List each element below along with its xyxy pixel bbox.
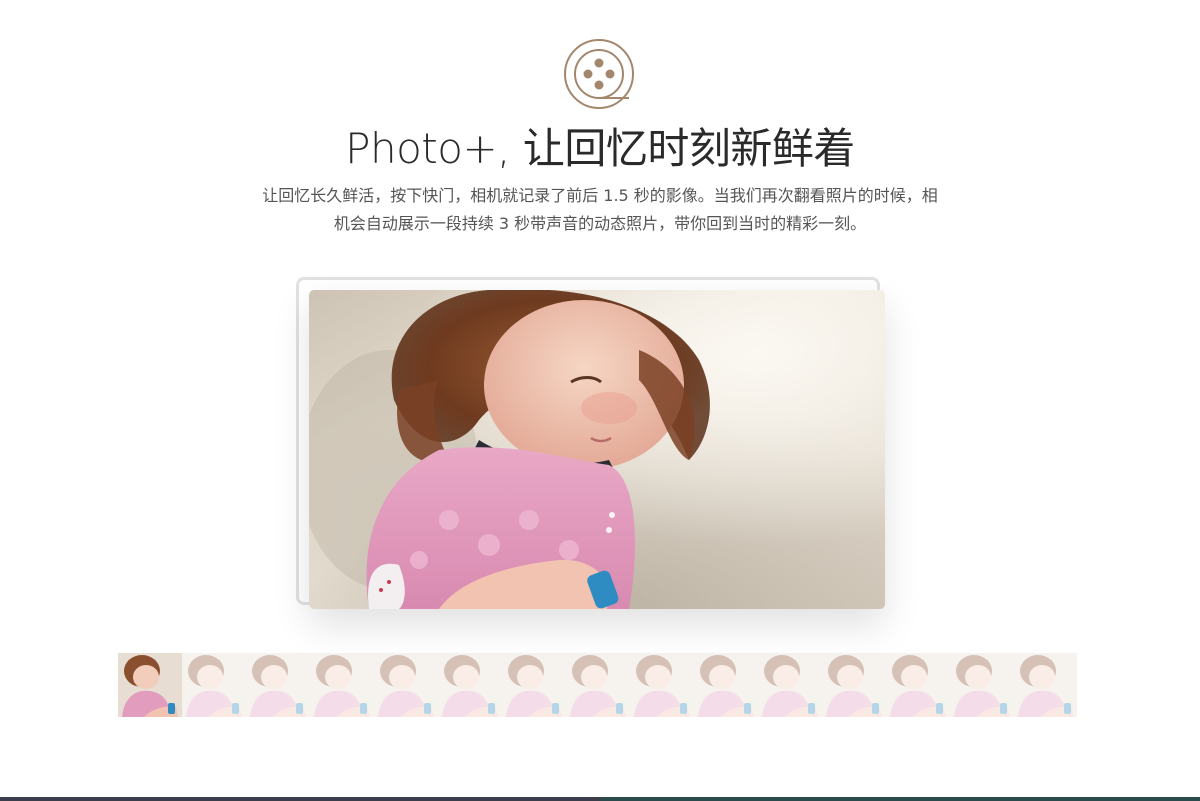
filmstrip-frame[interactable]	[566, 653, 630, 717]
filmstrip-frame[interactable]	[950, 653, 1014, 717]
filmstrip	[118, 653, 1077, 717]
film-reel-icon	[563, 38, 635, 110]
page-title: Photo+, 让回忆时刻新鲜着	[345, 124, 855, 173]
filmstrip-frame[interactable]	[438, 653, 502, 717]
bottom-divider-right	[600, 797, 1200, 801]
filmstrip-frame[interactable]	[118, 653, 182, 717]
filmstrip-frame[interactable]	[182, 653, 246, 717]
filmstrip-frame[interactable]	[246, 653, 310, 717]
page: Photo+, 让回忆时刻新鲜着 让回忆长久鲜活，按下快门，相机就记录了前后 1…	[0, 0, 1200, 801]
filmstrip-frame[interactable]	[758, 653, 822, 717]
filmstrip-frame[interactable]	[886, 653, 950, 717]
filmstrip-frame[interactable]	[630, 653, 694, 717]
filmstrip-frame[interactable]	[502, 653, 566, 717]
feature-description: 让回忆长久鲜活，按下快门，相机就记录了前后 1.5 秒的影像。当我们再次翻看照片…	[230, 182, 970, 238]
filmstrip-frame[interactable]	[374, 653, 438, 717]
filmstrip-frame[interactable]	[310, 653, 374, 717]
filmstrip-frame[interactable]	[822, 653, 886, 717]
description-line-2: 机会自动展示一段持续 3 秒带声音的动态照片，带你回到当时的精彩一刻。	[333, 214, 867, 233]
live-photo-preview[interactable]	[309, 290, 885, 609]
bottom-divider	[0, 797, 1200, 801]
filmstrip-frame[interactable]	[1014, 653, 1077, 717]
filmstrip-frame[interactable]	[694, 653, 758, 717]
description-line-1: 让回忆长久鲜活，按下快门，相机就记录了前后 1.5 秒的影像。当我们再次翻看照片…	[262, 186, 938, 205]
bottom-divider-left	[0, 797, 600, 801]
